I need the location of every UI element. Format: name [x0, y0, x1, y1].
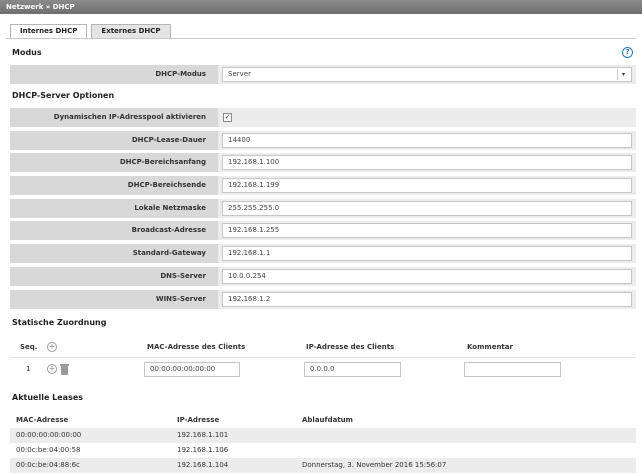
static-col-seq: Seq. [20, 343, 38, 351]
lease-mac: 00:0c:be:04:88:6c [16, 461, 80, 469]
netmask-row: Lokale Netzmaske 255.255.255.0 [10, 199, 636, 218]
dhcp-mode-select[interactable]: Server ▾ [222, 67, 632, 82]
static-mac-input[interactable]: 00:00:00:00:00:00 [144, 362, 240, 377]
modus-heading: Modus [12, 48, 42, 57]
breadcrumb: Netzwerk » DHCP [0, 0, 642, 14]
table-row: 00:0c:be:04:88:6c 192.168.1.104 Donnerst… [10, 458, 636, 473]
trash-icon[interactable] [60, 364, 69, 375]
wins-server-row: WINS-Server 192.168.1.2 [10, 290, 636, 309]
lease-duration-row: DHCP-Lease-Dauer 14400 [10, 131, 636, 150]
add-row-icon[interactable]: + [47, 364, 57, 374]
range-start-input[interactable]: 192.168.1.100 [222, 155, 632, 170]
dns-server-input[interactable]: 10.0.0.254 [222, 269, 632, 284]
range-end-label: DHCP-Bereichsende [10, 176, 218, 195]
range-start-label: DHCP-Bereichsanfang [10, 153, 218, 172]
leases-heading: Aktuelle Leases [12, 393, 84, 402]
gateway-label: Standard-Gateway [10, 244, 218, 263]
lease-duration-input[interactable]: 14400 [222, 133, 632, 148]
dynamic-pool-label: Dynamischen IP-Adresspool aktivieren [10, 108, 218, 127]
leases-table: MAC-Adresse IP-Adresse Ablaufdatum 00:00… [10, 413, 636, 473]
broadcast-input[interactable]: 192.168.1.255 [222, 223, 632, 238]
lease-ip: 192.168.1.101 [177, 431, 229, 439]
tab-externes-dhcp[interactable]: Externes DHCP [91, 24, 171, 38]
dhcp-mode-label: DHCP-Modus [10, 65, 218, 84]
range-end-row: DHCP-Bereichsende 192.168.1.199 [10, 176, 636, 195]
dhcp-mode-row: DHCP-Modus Server ▾ [10, 65, 636, 84]
static-row-seq: 1 [26, 365, 31, 373]
chevron-down-icon[interactable]: ▾ [617, 69, 629, 80]
netmask-input[interactable]: 255.255.255.0 [222, 201, 632, 216]
question-circle-icon[interactable]: ? [622, 47, 633, 58]
lease-ip: 192.168.1.106 [177, 446, 229, 454]
static-col-ip: IP-Adresse des Clients [306, 343, 395, 351]
leases-col-ip: IP-Adresse [177, 416, 220, 424]
netmask-label: Lokale Netzmaske [10, 199, 218, 218]
table-row: 00:0c:be:04:00:58 192.168.1.106 [10, 443, 636, 458]
leases-header-row: MAC-Adresse IP-Adresse Ablaufdatum [10, 413, 636, 427]
lease-mac: 00:0c:be:04:00:58 [16, 446, 81, 454]
static-comment-input[interactable] [464, 362, 561, 377]
wins-server-label: WINS-Server [10, 290, 218, 309]
range-end-input[interactable]: 192.168.1.199 [222, 178, 632, 193]
broadcast-row: Broadcast-Adresse 192.168.1.255 [10, 221, 636, 240]
dns-server-row: DNS-Server 10.0.0.254 [10, 267, 636, 286]
dynamic-pool-row: Dynamischen IP-Adresspool aktivieren ✓ [10, 108, 636, 127]
gateway-row: Standard-Gateway 192.168.1.1 [10, 244, 636, 263]
add-header-icon[interactable]: + [47, 342, 57, 352]
lease-expiry: Donnerstag, 3. November 2016 15:56:07 [302, 461, 447, 469]
tab-divider [6, 38, 636, 39]
range-start-row: DHCP-Bereichsanfang 192.168.1.100 [10, 153, 636, 172]
static-col-mac: MAC-Adresse des Clients [147, 343, 246, 351]
gateway-input[interactable]: 192.168.1.1 [222, 246, 632, 261]
static-col-comment: Kommentar [467, 343, 513, 351]
dns-server-label: DNS-Server [10, 267, 218, 286]
lease-ip: 192.168.1.104 [177, 461, 229, 469]
static-heading: Statische Zuordnung [12, 318, 107, 327]
leases-col-expiry: Ablaufdatum [302, 416, 353, 424]
dhcp-mode-value: Server [228, 70, 251, 78]
tab-bar: Internes DHCP Externes DHCP [10, 24, 175, 39]
dynamic-pool-checkbox[interactable]: ✓ [223, 113, 232, 122]
server-options-heading: DHCP-Server Optionen [12, 91, 115, 100]
leases-col-mac: MAC-Adresse [16, 416, 69, 424]
tab-internes-dhcp[interactable]: Internes DHCP [10, 24, 88, 39]
lease-duration-label: DHCP-Lease-Dauer [10, 131, 218, 150]
broadcast-label: Broadcast-Adresse [10, 221, 218, 240]
lease-mac: 00:00:00:00:00:00 [16, 431, 82, 439]
wins-server-input[interactable]: 192.168.1.2 [222, 292, 632, 307]
static-ip-input[interactable]: 0.0.0.0 [304, 362, 401, 377]
table-row: 00:00:00:00:00:00 192.168.1.101 [10, 428, 636, 443]
